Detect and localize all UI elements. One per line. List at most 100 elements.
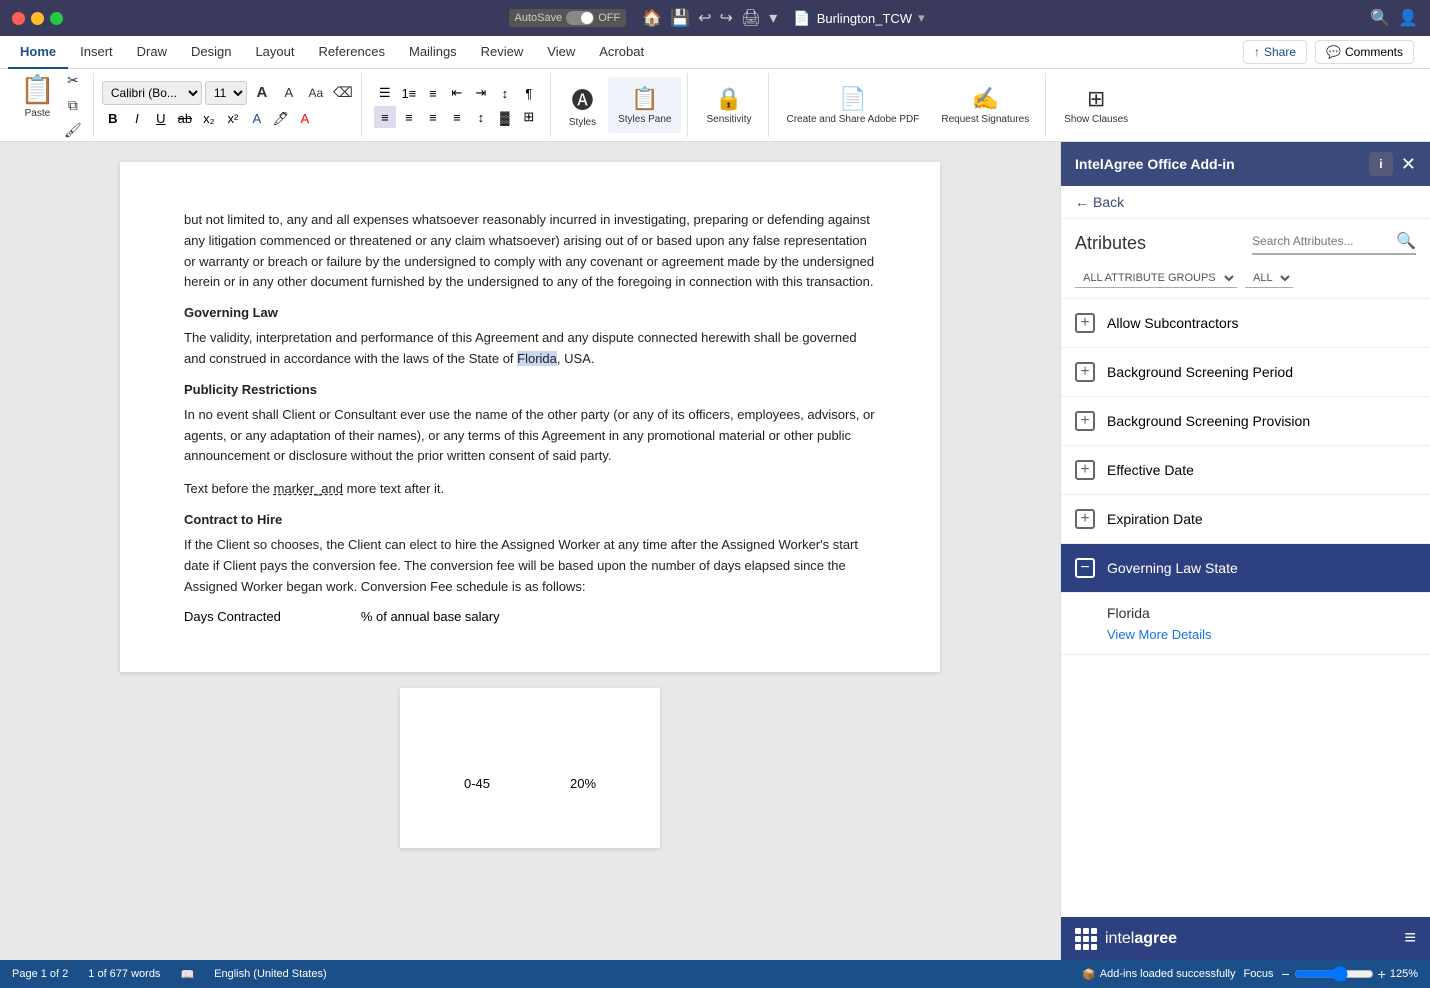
- bullets-button[interactable]: ☰: [374, 82, 396, 104]
- doc-heading-publicity: Publicity Restrictions: [184, 382, 876, 397]
- borders-button[interactable]: ⊞: [518, 106, 540, 128]
- font-color-button[interactable]: A: [246, 108, 268, 130]
- text-color-button[interactable]: A: [294, 108, 316, 130]
- minimize-traffic-light[interactable]: [31, 12, 44, 25]
- numbering-button[interactable]: 1≡: [398, 82, 420, 104]
- view-more-details-link[interactable]: View More Details: [1107, 627, 1212, 642]
- zoom-control: − + 125%: [1281, 966, 1418, 982]
- more-icon[interactable]: ▾: [769, 8, 777, 28]
- attribute-name: Effective Date: [1107, 462, 1194, 478]
- tab-acrobat[interactable]: Acrobat: [587, 36, 656, 69]
- attribute-item-screening-period[interactable]: + Background Screening Period: [1061, 348, 1430, 397]
- strikethrough-button[interactable]: ab: [174, 108, 196, 130]
- redo-icon[interactable]: ↪: [720, 8, 733, 28]
- marker-text: marker_and: [274, 481, 343, 496]
- show-hide-button[interactable]: ¶: [518, 82, 540, 104]
- title-dropdown-icon[interactable]: ▾: [918, 10, 925, 26]
- attribute-item-expiration-date[interactable]: + Expiration Date: [1061, 495, 1430, 544]
- shading-button[interactable]: ▓: [494, 106, 516, 128]
- increase-font-button[interactable]: A: [250, 81, 274, 105]
- create-share-pdf-button[interactable]: 📄 Create and Share Adobe PDF: [777, 77, 930, 133]
- multilevel-button[interactable]: ≡: [422, 82, 444, 104]
- status-icon: 📦: [1082, 968, 1096, 981]
- fullscreen-traffic-light[interactable]: [50, 12, 63, 25]
- request-signatures-button[interactable]: ✍ Request Signatures: [931, 77, 1039, 133]
- attribute-item-effective-date[interactable]: + Effective Date: [1061, 446, 1430, 495]
- tab-design[interactable]: Design: [179, 36, 243, 69]
- attribute-value: Florida: [1107, 605, 1416, 621]
- save-icon[interactable]: 💾: [670, 8, 690, 28]
- font-controls: Calibri (Bo... 11 A A Aa ⌫ B I U ab x₂: [102, 81, 355, 130]
- paste-button[interactable]: 📋 Paste: [16, 68, 59, 124]
- tab-insert[interactable]: Insert: [68, 36, 125, 69]
- align-center-button[interactable]: ≡: [398, 106, 420, 128]
- line-spacing-button[interactable]: ↕: [470, 106, 492, 128]
- attribute-all-filter[interactable]: ALL: [1245, 269, 1293, 288]
- comments-button[interactable]: 💬 Comments: [1315, 40, 1414, 64]
- clear-format-button[interactable]: ⌫: [331, 81, 355, 105]
- copy-button[interactable]: ⧉: [61, 93, 85, 117]
- zoom-out-button[interactable]: −: [1281, 966, 1289, 982]
- close-traffic-light[interactable]: [12, 12, 25, 25]
- styles-button[interactable]: 🅐 Styles: [559, 77, 606, 133]
- attribute-item-governing-law[interactable]: − Governing Law State: [1061, 544, 1430, 593]
- florida-highlight: Florida: [517, 351, 557, 366]
- styles-pane-icon: 📋: [631, 86, 658, 112]
- bold-button[interactable]: B: [102, 108, 124, 130]
- sensitivity-button[interactable]: 🔒 Sensitivity: [696, 77, 761, 133]
- tab-view[interactable]: View: [535, 36, 587, 69]
- cut-button[interactable]: ✂: [61, 68, 85, 92]
- superscript-button[interactable]: x²: [222, 108, 244, 130]
- panel-info-button[interactable]: i: [1369, 152, 1393, 176]
- print-icon[interactable]: 🖨: [741, 8, 761, 28]
- search-icon[interactable]: 🔍: [1370, 8, 1390, 28]
- font-row: Calibri (Bo... 11 A A Aa ⌫: [102, 81, 355, 105]
- home-icon[interactable]: 🏠: [642, 8, 662, 28]
- font-size-select[interactable]: 11: [205, 81, 247, 105]
- focus-status[interactable]: Focus: [1244, 968, 1274, 980]
- panel-menu-button[interactable]: ≡: [1404, 927, 1416, 950]
- subscript-button[interactable]: x₂: [198, 108, 220, 130]
- font-group: Calibri (Bo... 11 A A Aa ⌫ B I U ab x₂: [96, 73, 362, 137]
- attribute-groups-filter[interactable]: ALL ATTRIBUTE GROUPS: [1075, 269, 1237, 288]
- format-painter-button[interactable]: 🖌: [61, 118, 85, 142]
- search-icon[interactable]: 🔍: [1396, 231, 1416, 251]
- ribbon-share-area: ↑ Share 💬 Comments: [1235, 36, 1422, 68]
- zoom-in-button[interactable]: +: [1378, 966, 1386, 982]
- status-bar: Page 1 of 2 1 of 677 words 📖 English (Un…: [0, 960, 1430, 988]
- decrease-font-button[interactable]: A: [277, 81, 301, 105]
- search-attributes-input[interactable]: [1252, 234, 1392, 248]
- highlight-button[interactable]: 🖊: [270, 108, 292, 130]
- tab-references[interactable]: References: [307, 36, 397, 69]
- justify-button[interactable]: ≡: [446, 106, 468, 128]
- account-icon[interactable]: 👤: [1398, 8, 1418, 28]
- share-button[interactable]: ↑ Share: [1243, 40, 1307, 64]
- sort-button[interactable]: ↕: [494, 82, 516, 104]
- increase-indent-button[interactable]: ⇥: [470, 82, 492, 104]
- tab-home[interactable]: Home: [8, 36, 68, 69]
- change-case-button[interactable]: Aa: [304, 81, 328, 105]
- doc-paragraph-marker: Text before the marker_and more text aft…: [184, 479, 876, 500]
- panel-close-button[interactable]: ✕: [1401, 154, 1416, 175]
- tab-layout[interactable]: Layout: [243, 36, 306, 69]
- font-family-select[interactable]: Calibri (Bo...: [102, 81, 202, 105]
- underline-button[interactable]: U: [150, 108, 172, 130]
- italic-button[interactable]: I: [126, 108, 148, 130]
- undo-icon[interactable]: ↩: [698, 8, 711, 28]
- request-signatures-label: Request Signatures: [941, 114, 1029, 125]
- show-clauses-button[interactable]: ⊞ Show Clauses: [1054, 77, 1138, 133]
- align-right-button[interactable]: ≡: [422, 106, 444, 128]
- autosave-toggle[interactable]: [566, 11, 594, 25]
- back-button[interactable]: ← Back: [1075, 194, 1124, 210]
- title-bar-icons: 🏠 💾 ↩ ↪ 🖨 ▾: [642, 8, 777, 28]
- tab-mailings[interactable]: Mailings: [397, 36, 469, 69]
- attribute-item-allow-subcontractors[interactable]: + Allow Subcontractors: [1061, 299, 1430, 348]
- align-left-button[interactable]: ≡: [374, 106, 396, 128]
- decrease-indent-button[interactable]: ⇤: [446, 82, 468, 104]
- attribute-item-screening-provision[interactable]: + Background Screening Provision: [1061, 397, 1430, 446]
- styles-pane-button[interactable]: 📋 Styles Pane: [608, 77, 681, 133]
- tab-review[interactable]: Review: [469, 36, 536, 69]
- proofing-icon[interactable]: 📖: [180, 968, 194, 981]
- tab-draw[interactable]: Draw: [125, 36, 179, 69]
- zoom-slider[interactable]: [1294, 966, 1374, 982]
